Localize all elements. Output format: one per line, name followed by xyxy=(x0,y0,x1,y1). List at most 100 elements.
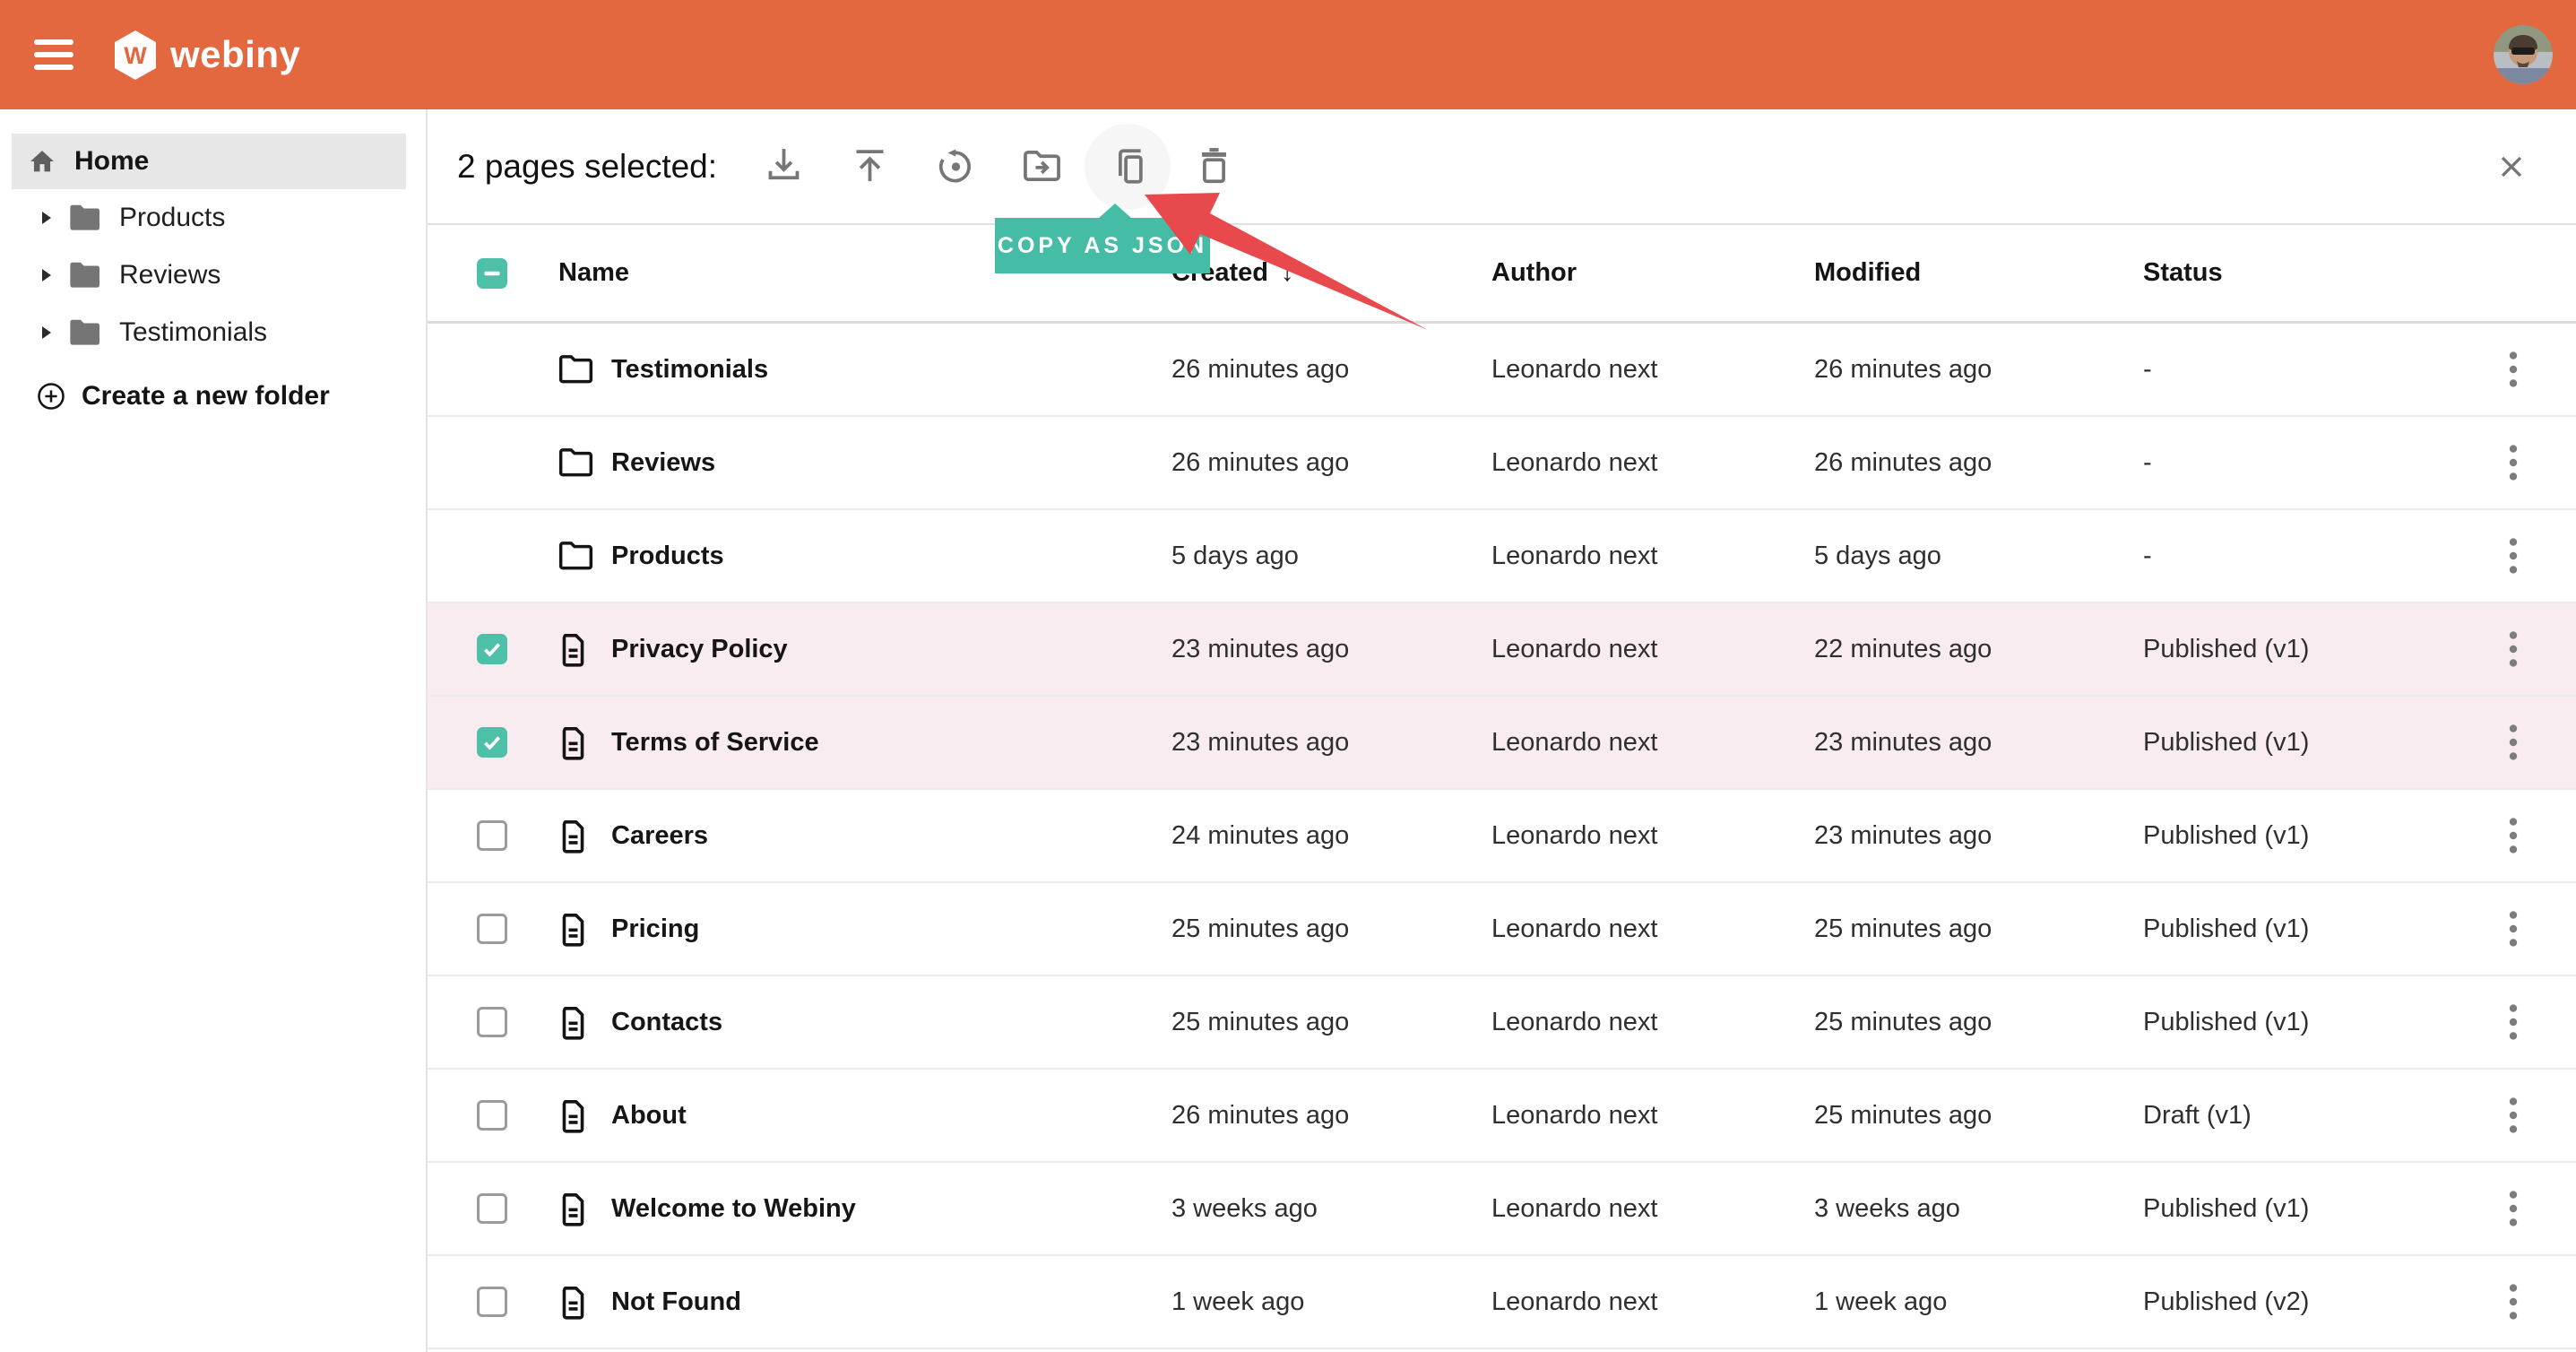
export-download-button[interactable] xyxy=(740,124,826,210)
row-name[interactable]: Testimonials xyxy=(611,355,1171,385)
move-to-folder-button[interactable] xyxy=(998,124,1085,210)
table-row-pricing[interactable]: Pricing 25 minutes ago Leonardo next 25 … xyxy=(428,883,2576,976)
row-actions-menu-button[interactable] xyxy=(2498,536,2528,576)
table-row-welcome-to-webiny[interactable]: Welcome to Webiny 3 weeks ago Leonardo n… xyxy=(428,1163,2576,1256)
create-new-folder-button[interactable]: Create a new folder xyxy=(0,367,426,426)
table-row-terms-of-service[interactable]: Terms of Service 23 minutes ago Leonardo… xyxy=(428,697,2576,790)
kebab-menu-icon xyxy=(2509,1003,2518,1041)
expand-arrow-icon[interactable] xyxy=(41,211,52,225)
row-author: Leonardo next xyxy=(1491,1008,1814,1037)
row-actions-menu-button[interactable] xyxy=(2498,1096,2528,1135)
sidebar-item-products[interactable]: Products xyxy=(0,189,426,247)
row-modified: 25 minutes ago xyxy=(1814,1101,2143,1131)
row-modified: 22 minutes ago xyxy=(1814,635,2143,664)
sort-descending-icon[interactable]: ↓ xyxy=(1281,258,1294,287)
row-modified: 25 minutes ago xyxy=(1814,1008,2143,1037)
row-checkbox[interactable] xyxy=(477,820,507,851)
row-status: Published (v1) xyxy=(2143,728,2451,758)
table-row-contacts[interactable]: Contacts 25 minutes ago Leonardo next 25… xyxy=(428,976,2576,1070)
create-folder-label: Create a new folder xyxy=(82,381,330,412)
sidebar-item-testimonials[interactable]: Testimonials xyxy=(0,304,426,361)
row-checkbox[interactable] xyxy=(477,1007,507,1037)
kebab-menu-icon xyxy=(2509,537,2518,575)
folder-icon xyxy=(68,204,102,232)
row-actions-menu-button[interactable] xyxy=(2498,629,2528,669)
row-checkbox[interactable] xyxy=(477,1287,507,1317)
folder-icon xyxy=(68,318,102,347)
hamburger-menu-icon[interactable] xyxy=(34,39,73,70)
row-actions-menu-button[interactable] xyxy=(2498,909,2528,949)
delete-button[interactable] xyxy=(1171,124,1257,210)
row-checkbox[interactable] xyxy=(477,914,507,944)
row-checkbox[interactable] xyxy=(477,634,507,664)
document-icon xyxy=(558,1096,588,1135)
page-list-panel: 2 pages selected: xyxy=(428,109,2576,1352)
row-name[interactable]: Products xyxy=(611,542,1171,571)
table-row-careers[interactable]: Careers 24 minutes ago Leonardo next 23 … xyxy=(428,790,2576,883)
table-row-not-found[interactable]: Not Found 1 week ago Leonardo next 1 wee… xyxy=(428,1256,2576,1349)
row-checkbox[interactable] xyxy=(477,1193,507,1224)
row-actions-menu-button[interactable] xyxy=(2498,816,2528,855)
row-modified: 26 minutes ago xyxy=(1814,355,2143,385)
row-name[interactable]: Terms of Service xyxy=(611,728,1171,758)
expand-arrow-icon[interactable] xyxy=(41,325,52,340)
sidebar-folder-label: Reviews xyxy=(119,260,220,290)
row-created: 25 minutes ago xyxy=(1171,914,1491,944)
add-circle-icon xyxy=(35,380,67,412)
row-modified: 23 minutes ago xyxy=(1814,728,2143,758)
table-row-products[interactable]: Products 5 days ago Leonardo next 5 days… xyxy=(428,510,2576,603)
unpublish-restore-button[interactable] xyxy=(912,124,998,210)
row-status: Draft (v1) xyxy=(2143,1101,2451,1131)
row-name[interactable]: Pricing xyxy=(611,914,1171,944)
row-name[interactable]: Contacts xyxy=(611,1008,1171,1037)
publish-button[interactable] xyxy=(826,124,912,210)
copy-as-json-button[interactable] xyxy=(1085,124,1171,210)
row-name[interactable]: About xyxy=(611,1101,1171,1131)
table-row-reviews[interactable]: Reviews 26 minutes ago Leonardo next 26 … xyxy=(428,417,2576,510)
row-author: Leonardo next xyxy=(1491,448,1814,478)
row-author: Leonardo next xyxy=(1491,635,1814,664)
top-app-bar: W webiny xyxy=(0,0,2576,109)
row-name[interactable]: Privacy Policy xyxy=(611,635,1171,664)
column-header-author[interactable]: Author xyxy=(1491,258,1814,288)
row-name[interactable]: Not Found xyxy=(611,1287,1171,1317)
row-created: 1 week ago xyxy=(1171,1287,1491,1317)
row-name[interactable]: Reviews xyxy=(611,448,1171,478)
expand-arrow-icon[interactable] xyxy=(41,268,52,282)
column-header-status[interactable]: Status xyxy=(2143,258,2451,288)
copy-as-json-tooltip: COPY AS JSON xyxy=(995,218,1210,273)
row-name[interactable]: Careers xyxy=(611,821,1171,851)
table-row-about[interactable]: About 26 minutes ago Leonardo next 25 mi… xyxy=(428,1070,2576,1163)
folder-icon xyxy=(558,447,594,478)
select-all-checkbox[interactable] xyxy=(477,258,507,289)
row-status: Published (v1) xyxy=(2143,1008,2451,1037)
webiny-logo: W webiny xyxy=(113,30,300,81)
row-checkbox[interactable] xyxy=(477,727,507,758)
row-author: Leonardo next xyxy=(1491,728,1814,758)
kebab-menu-icon xyxy=(2509,1283,2518,1321)
table-row-testimonials[interactable]: Testimonials 26 minutes ago Leonardo nex… xyxy=(428,324,2576,417)
document-icon xyxy=(558,1283,588,1322)
column-header-modified[interactable]: Modified xyxy=(1814,258,2143,288)
sidebar-item-home[interactable]: Home xyxy=(12,134,406,189)
column-header-created[interactable]: Created↓ xyxy=(1171,258,1491,288)
folder-icon xyxy=(68,261,102,290)
row-modified: 1 week ago xyxy=(1814,1287,2143,1317)
row-actions-menu-button[interactable] xyxy=(2498,443,2528,482)
row-name[interactable]: Welcome to Webiny xyxy=(611,1194,1171,1224)
row-actions-menu-button[interactable] xyxy=(2498,1002,2528,1042)
row-actions-menu-button[interactable] xyxy=(2498,1189,2528,1228)
sidebar-item-reviews[interactable]: Reviews xyxy=(0,247,426,304)
close-selection-button[interactable] xyxy=(2483,138,2540,195)
row-actions-menu-button[interactable] xyxy=(2498,723,2528,762)
row-actions-menu-button[interactable] xyxy=(2498,1282,2528,1322)
row-checkbox[interactable] xyxy=(477,1100,507,1131)
document-icon xyxy=(558,1003,588,1042)
user-avatar[interactable] xyxy=(2494,25,2553,84)
row-author: Leonardo next xyxy=(1491,1194,1814,1224)
row-modified: 23 minutes ago xyxy=(1814,821,2143,851)
row-author: Leonardo next xyxy=(1491,1101,1814,1131)
kebab-menu-icon xyxy=(2509,1190,2518,1227)
row-actions-menu-button[interactable] xyxy=(2498,350,2528,389)
table-row-privacy-policy[interactable]: Privacy Policy 23 minutes ago Leonardo n… xyxy=(428,603,2576,697)
